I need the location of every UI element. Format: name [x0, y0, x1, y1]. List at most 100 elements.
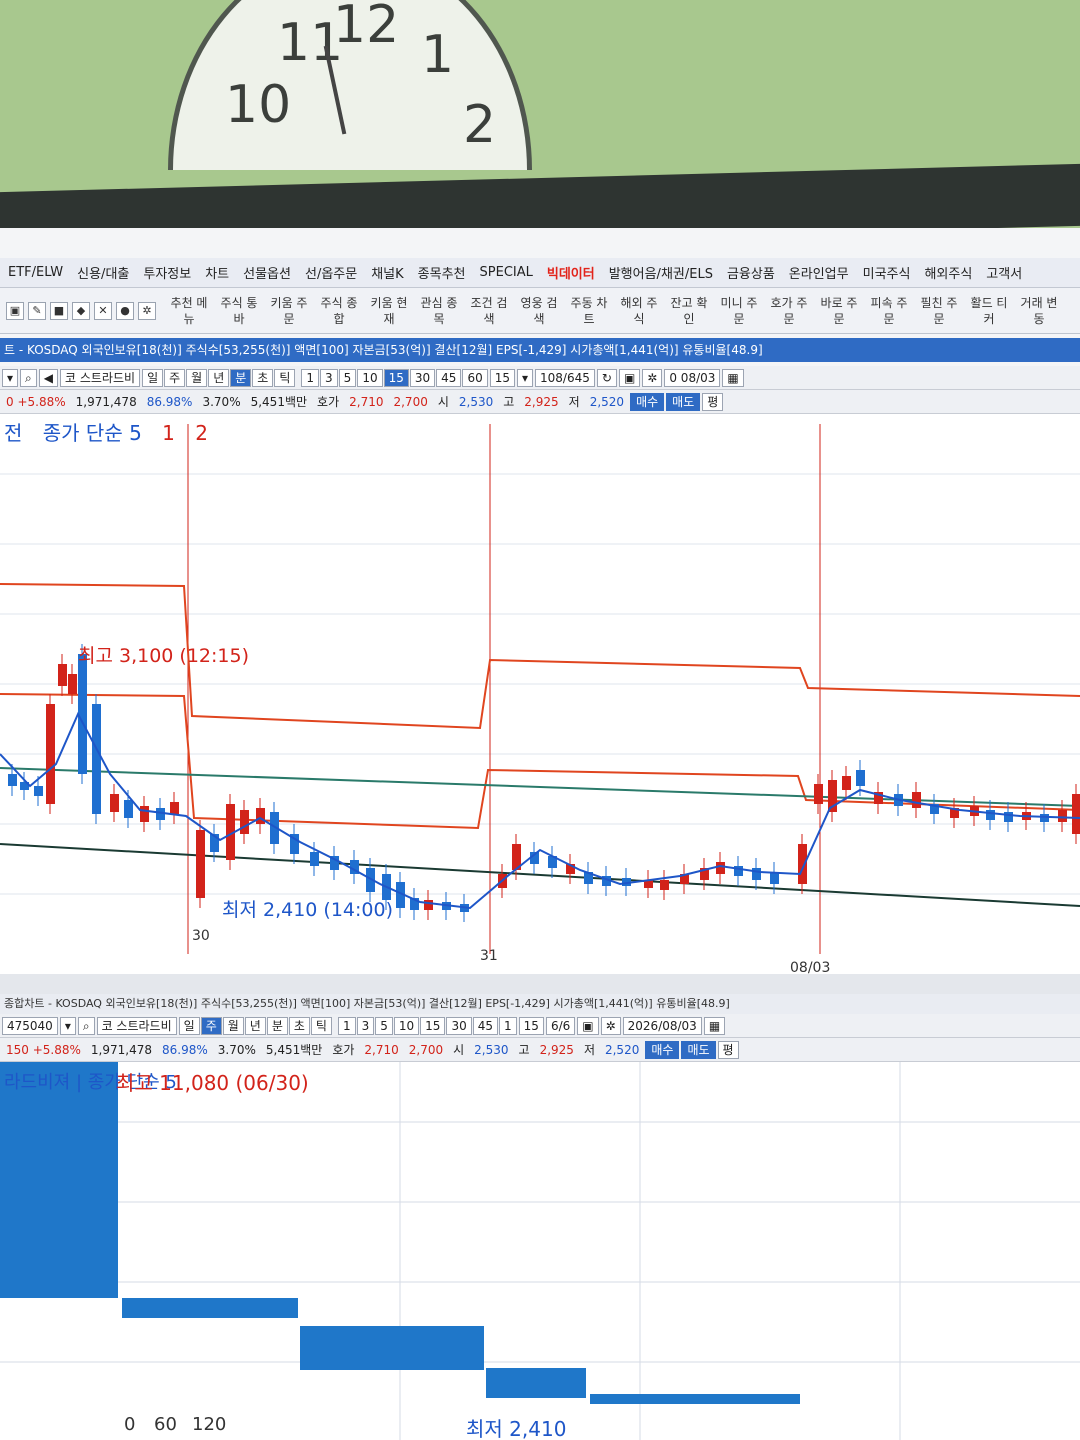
toolbar-button[interactable]: 관심 종목: [416, 295, 462, 327]
period-button[interactable]: 주: [164, 368, 186, 387]
period-button[interactable]: 월: [222, 1016, 244, 1035]
menu-item[interactable]: 고객서: [986, 263, 1022, 282]
edit-icon[interactable]: ✎: [28, 301, 46, 320]
toolbar-button[interactable]: 피속 주문: [866, 295, 912, 327]
interval-button[interactable]: 3: [320, 368, 338, 387]
interval-button[interactable]: 45: [472, 1016, 499, 1035]
stock-name-field[interactable]: 코 스트라드비: [60, 368, 141, 387]
menu-item[interactable]: 발행어음/채권/ELS: [609, 263, 713, 282]
menu-item[interactable]: 투자정보: [143, 263, 191, 282]
menu-item[interactable]: 신용/대출: [77, 263, 129, 282]
interval-button[interactable]: 1: [499, 1016, 517, 1035]
interval-button[interactable]: 5: [375, 1016, 393, 1035]
interval-button[interactable]: 5: [338, 368, 357, 387]
date-field[interactable]: 0 08/03: [664, 368, 721, 387]
interval-button[interactable]: 60: [462, 368, 488, 387]
menu-item[interactable]: 채널K: [371, 263, 403, 282]
interval-input[interactable]: 15: [518, 1016, 544, 1035]
date-field[interactable]: 2026/08/03: [622, 1016, 702, 1035]
calendar-icon[interactable]: ▦: [703, 1016, 726, 1035]
interval-button[interactable]: 10: [357, 368, 383, 387]
menu-item[interactable]: SPECIAL: [480, 265, 533, 280]
interval-button[interactable]: 30: [409, 368, 436, 387]
interval-button[interactable]: 10: [393, 1016, 420, 1035]
period-button[interactable]: 틱: [310, 1016, 332, 1035]
period-button[interactable]: 일: [178, 1016, 200, 1035]
stock-name-field[interactable]: 코 스트라드비: [96, 1016, 177, 1035]
sell-button[interactable]: 매도: [681, 1040, 716, 1059]
toolbar-button[interactable]: 조건 검색: [466, 295, 512, 327]
alert-icon[interactable]: ●: [116, 301, 134, 320]
toolbar-button[interactable]: 필친 주문: [916, 295, 962, 327]
interval-button[interactable]: 1: [337, 1016, 356, 1035]
toolbar-button[interactable]: 거래 변동: [1016, 295, 1062, 327]
toolbar-button[interactable]: 미니 주문: [716, 295, 762, 327]
menu-item[interactable]: 종목추천: [418, 263, 466, 282]
interval-button[interactable]: 1: [301, 368, 320, 387]
lock-icon[interactable]: ■: [50, 301, 68, 320]
avg-button[interactable]: 평: [702, 392, 724, 411]
toolbar-button[interactable]: 키움 주문: [266, 295, 312, 327]
sound-icon[interactable]: ◀: [38, 368, 58, 387]
period-button[interactable]: 년: [244, 1016, 266, 1035]
period-button[interactable]: 월: [186, 368, 208, 387]
toolbar-button[interactable]: 바로 주문: [816, 295, 862, 327]
menu-item[interactable]: 미국주식: [863, 263, 911, 282]
period-button[interactable]: 분: [266, 1016, 288, 1035]
refresh-icon[interactable]: ↻: [596, 368, 617, 387]
pin-icon[interactable]: ✕: [94, 301, 112, 320]
toolbar-button[interactable]: 주식 종합: [316, 295, 362, 327]
menu-item[interactable]: 온라인업무: [789, 263, 849, 282]
buy-button[interactable]: 매수: [645, 1040, 680, 1059]
toolbar-button[interactable]: 주식 통바: [216, 295, 262, 327]
price-chart[interactable]: 전 종가 단순 5 1 2 최고 3,100 (12:15) 최저 2,410 …: [0, 414, 1080, 976]
save-icon[interactable]: ▣: [618, 368, 641, 387]
daily-chart[interactable]: 라드비져 | 종가 단순 5 최고 11,080 (06/30) 최저 2,41…: [0, 1062, 1080, 1440]
avg-button[interactable]: 평: [717, 1040, 739, 1059]
period-button[interactable]: 분: [230, 368, 252, 387]
period-button[interactable]: 초: [288, 1016, 310, 1035]
settings-icon[interactable]: ✲: [600, 1016, 621, 1035]
search-icon[interactable]: ⌕: [77, 1016, 95, 1035]
interval-input[interactable]: 15: [489, 368, 515, 387]
interval-dropdown[interactable]: ▾: [517, 368, 534, 387]
gear-icon[interactable]: ✲: [138, 301, 156, 320]
interval-button[interactable]: 45: [436, 368, 462, 387]
toolbar-button[interactable]: 추천 메뉴: [166, 295, 212, 327]
menu-item[interactable]: 차트: [205, 263, 229, 282]
folder-icon[interactable]: ▣: [6, 301, 24, 320]
interval-button[interactable]: 15: [420, 1016, 446, 1035]
buy-button[interactable]: 매수: [630, 392, 665, 411]
toolbar-button[interactable]: 해외 주식: [616, 295, 662, 327]
toolbar-button[interactable]: 잔고 확인: [666, 295, 712, 327]
period-button[interactable]: 주: [200, 1016, 222, 1035]
menu-item[interactable]: 선물옵션: [243, 263, 291, 282]
toolbar-button[interactable]: 활드 티커: [966, 295, 1012, 327]
period-button[interactable]: 초: [252, 368, 274, 387]
save-icon[interactable]: ▣: [577, 1016, 599, 1035]
menu-item[interactable]: ETF/ELW: [8, 265, 63, 280]
interval-button[interactable]: 3: [356, 1016, 375, 1035]
menu-item[interactable]: 빅데이터: [547, 263, 595, 282]
toolbar-button[interactable]: 호가 주문: [766, 295, 812, 327]
search-icon[interactable]: ⌕: [20, 368, 37, 387]
settings-icon[interactable]: ✲: [642, 368, 663, 387]
period-button[interactable]: 년: [208, 368, 230, 387]
menu-item[interactable]: 금융상품: [727, 263, 775, 282]
interval-button[interactable]: 30: [446, 1016, 472, 1035]
flag-icon[interactable]: ◆: [72, 301, 90, 320]
period-button[interactable]: 일: [142, 368, 164, 387]
toolbar-button[interactable]: 키움 현재: [366, 295, 412, 327]
interval-button[interactable]: 15: [383, 368, 409, 387]
period-button[interactable]: 틱: [274, 368, 296, 387]
chart-scrollbar[interactable]: [0, 974, 1080, 994]
calendar-icon[interactable]: ▦: [722, 368, 744, 387]
toolbar-button[interactable]: 주동 차트: [566, 295, 612, 327]
menu-item[interactable]: 해외주식: [924, 263, 972, 282]
dropdown-button[interactable]: ▾: [2, 368, 19, 387]
toolbar-button[interactable]: 영웅 검색: [516, 295, 562, 327]
dropdown-button[interactable]: ▾: [59, 1016, 76, 1035]
sell-button[interactable]: 매도: [666, 392, 701, 411]
menu-item[interactable]: 선/옵주문: [305, 263, 357, 282]
code-field[interactable]: 475040: [2, 1016, 58, 1035]
